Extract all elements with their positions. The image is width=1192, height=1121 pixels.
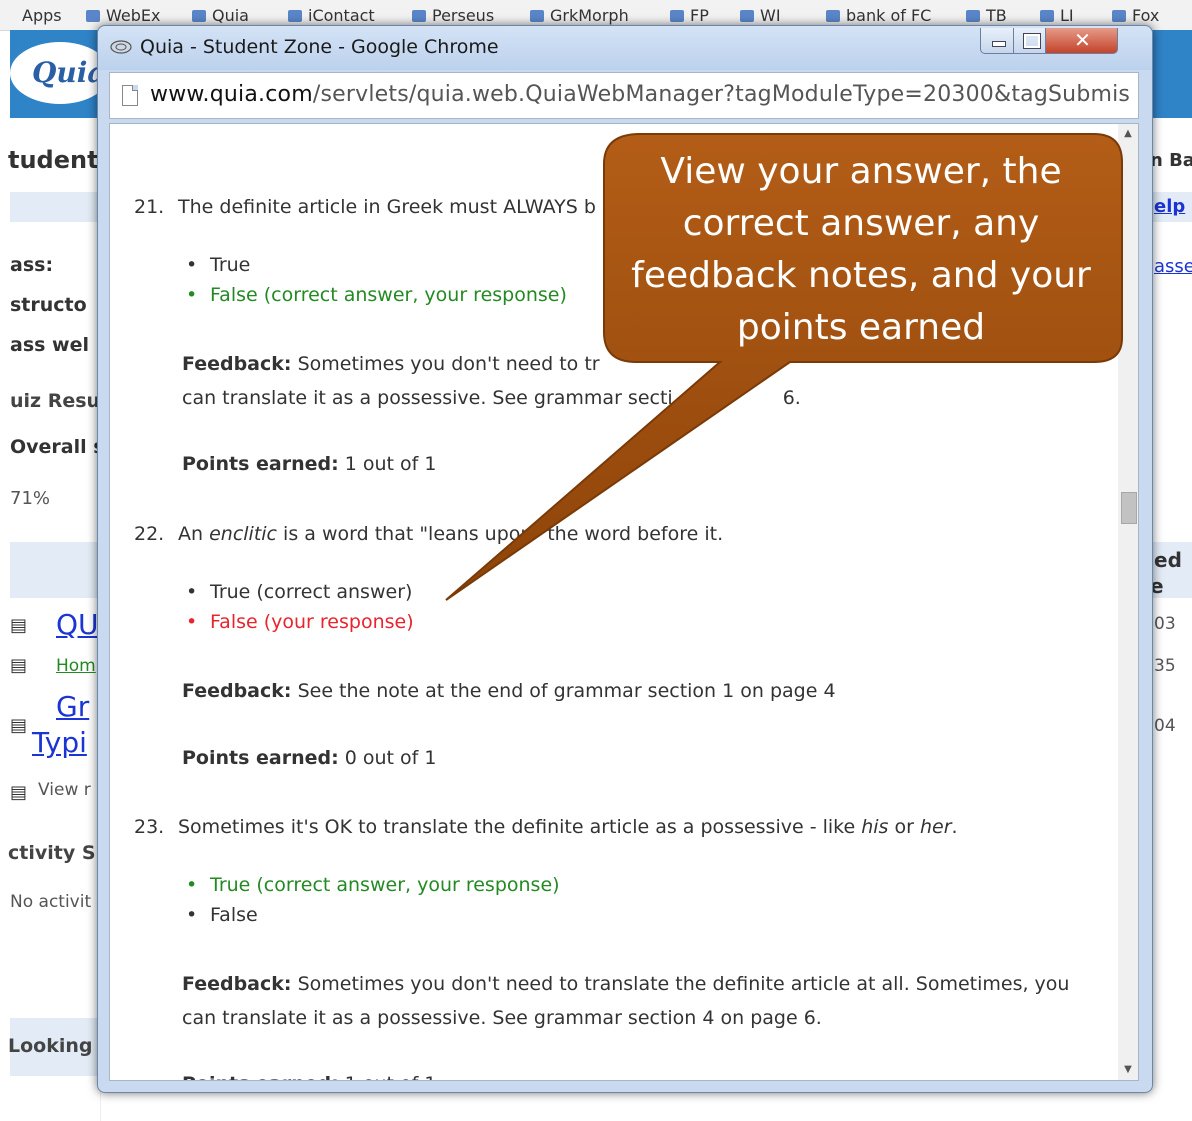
question-21: 21. The definite article in Greek must AL…: [134, 196, 596, 218]
question-23: 23. Sometimes it's OK to translate the de…: [134, 816, 958, 838]
bookmark-fox[interactable]: Fox: [1112, 6, 1159, 25]
maximize-button[interactable]: [1013, 28, 1046, 54]
points-label: Points earned:: [182, 453, 339, 475]
background-right-help[interactable]: elp: [1154, 196, 1185, 217]
background-right-toolbar: n Bar: [1150, 150, 1192, 171]
points-value: 1 out of 1: [344, 453, 437, 475]
background-label-class-web: ass wel: [10, 334, 90, 356]
question-number: 21.: [134, 196, 165, 218]
question-number: 23.: [134, 816, 165, 838]
feedback-label: Feedback:: [182, 973, 292, 995]
background-link-home[interactable]: Hom: [56, 656, 96, 676]
bookmark-grkmorph[interactable]: GrkMorph: [530, 6, 629, 25]
bookmark-tb[interactable]: TB: [966, 6, 1007, 25]
background-link-view[interactable]: View r: [38, 780, 91, 800]
bookmark-icon: [826, 10, 840, 22]
points-value: 0 out of 1: [344, 747, 437, 769]
close-icon: ✕: [1074, 28, 1091, 52]
background-label-overall: Overall s: [10, 436, 105, 458]
doc-icon: ▤: [10, 655, 28, 676]
page-icon: [122, 85, 138, 106]
vertical-scrollbar[interactable]: ▲ ▼: [1118, 124, 1138, 1080]
doc-icon: ▤: [10, 782, 28, 803]
points-earned: Points earned: 1 out of 1: [182, 1067, 437, 1080]
bookmark-icon: [740, 10, 754, 22]
feedback-block: Feedback: See the note at the end of gra…: [182, 680, 836, 702]
quiz-results-content: 21. The definite article in Greek must AL…: [109, 123, 1139, 1081]
bookmark-perseus[interactable]: Perseus: [412, 6, 494, 25]
popup-window: Quia - Student Zone - Google Chrome ✕ ww…: [97, 25, 1153, 1093]
close-button[interactable]: ✕: [1045, 28, 1118, 54]
bookmark-icon: [288, 10, 302, 22]
answer-option-correct: True (correct answer, your response): [186, 874, 560, 896]
answer-option: True: [186, 254, 250, 276]
bookmark-li[interactable]: LI: [1040, 6, 1074, 25]
maximize-icon: [1023, 33, 1041, 49]
answer-option: False: [186, 904, 258, 926]
bookmark-apps[interactable]: Apps: [22, 6, 62, 25]
background-label-class: ass:: [10, 254, 54, 276]
scrollbar-thumb[interactable]: [1121, 492, 1137, 524]
points-value: 1 out of 1: [345, 1073, 437, 1080]
bookmark-icon: [966, 10, 980, 22]
scroll-down-icon[interactable]: ▼: [1118, 1060, 1138, 1080]
bookmark-icon: [1040, 10, 1054, 22]
minimize-icon: [992, 41, 1006, 47]
points-earned: Points earned: 1 out of 1: [182, 447, 437, 481]
background-link-grammar[interactable]: Gr: [56, 690, 89, 723]
background-label-instructor: structo: [10, 294, 87, 316]
points-earned: Points earned: 0 out of 1: [182, 741, 437, 775]
background-right-time: 35: [1154, 656, 1176, 676]
bookmark-icon: [192, 10, 206, 22]
background-right-class[interactable]: asse: [1154, 256, 1192, 277]
question-text: The definite article in Greek must ALWAY…: [178, 196, 596, 218]
points-label: Points earned:: [182, 1073, 339, 1080]
question-22: 22. An enclitic is a word that "leans upo…: [134, 523, 724, 545]
bookmark-bank[interactable]: bank of FC: [826, 6, 931, 25]
bookmark-icon: [412, 10, 426, 22]
scroll-up-icon[interactable]: ▲: [1118, 124, 1138, 144]
answer-option-correct: False (correct answer, your response): [186, 284, 567, 306]
feedback-block: Feedback: Sometimes you don't need to tr…: [182, 353, 801, 409]
background-band: [10, 542, 100, 598]
background-right-time: 03: [1154, 614, 1176, 634]
bookmark-webex[interactable]: WebEx: [86, 6, 160, 25]
background-right-header-1: ed: [1154, 548, 1182, 572]
background-link-typing[interactable]: Typi: [32, 726, 87, 759]
answer-option: True (correct answer): [186, 581, 412, 603]
quia-logo[interactable]: Quia: [10, 42, 110, 104]
feedback-label: Feedback:: [182, 353, 292, 375]
background-heading-looking: Looking: [8, 1035, 93, 1057]
bookmark-wi[interactable]: WI: [740, 6, 781, 25]
points-label: Points earned:: [182, 747, 339, 769]
background-overall-score: 71%: [10, 488, 51, 509]
bookmark-icon: [86, 10, 100, 22]
minimize-button[interactable]: [980, 28, 1014, 54]
doc-icon: ▤: [10, 715, 28, 736]
doc-icon: ▤: [10, 615, 28, 636]
background-heading-quiz-results: uiz Resu: [10, 390, 101, 412]
bookmark-fp[interactable]: FP: [670, 6, 709, 25]
answer-option-incorrect: False (your response): [186, 611, 414, 633]
window-title: Quia - Student Zone - Google Chrome: [140, 36, 499, 58]
window-titlebar[interactable]: Quia - Student Zone - Google Chrome ✕: [98, 26, 1152, 70]
question-number: 22.: [134, 523, 165, 545]
feedback-label: Feedback:: [182, 680, 292, 702]
bookmark-icon: [1112, 10, 1126, 22]
background-right-time: 04: [1154, 716, 1176, 736]
background-heading-student: tudent: [8, 146, 99, 174]
background-no-activity: No activit: [10, 892, 92, 912]
bookmark-icon: [670, 10, 684, 22]
background-band: [10, 192, 100, 222]
quia-favicon-icon: [110, 40, 132, 54]
url-text[interactable]: www.quia.com/servlets/quia.web.QuiaWebMa…: [150, 82, 1135, 107]
bookmark-quia[interactable]: Quia: [192, 6, 249, 25]
background-heading-activity: ctivity S: [8, 842, 96, 864]
background-link-quiz[interactable]: QU: [56, 608, 99, 641]
bookmark-icontact[interactable]: iContact: [288, 6, 375, 25]
address-bar[interactable]: www.quia.com/servlets/quia.web.QuiaWebMa…: [109, 72, 1139, 119]
bookmark-icon: [530, 10, 544, 22]
feedback-block: Feedback: Sometimes you don't need to tr…: [182, 973, 1070, 1029]
